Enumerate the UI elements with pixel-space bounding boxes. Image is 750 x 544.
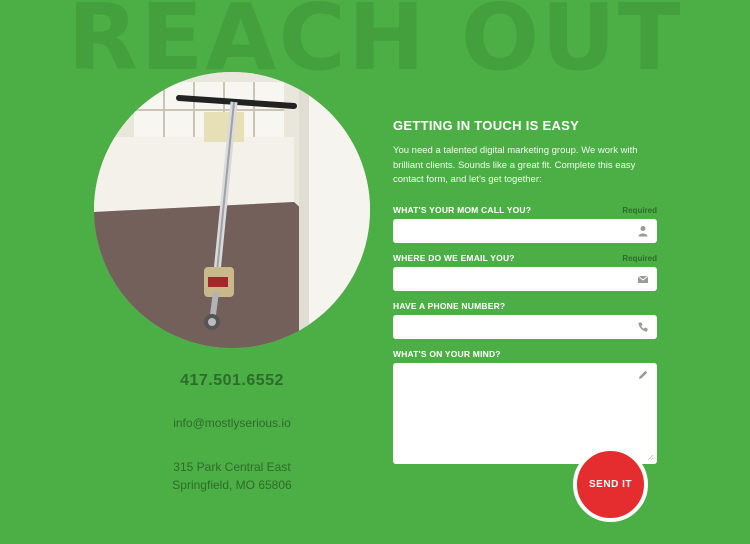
send-button[interactable]: SEND IT xyxy=(573,447,648,522)
contact-form: GETTING IN TOUCH IS EASY You need a tale… xyxy=(393,118,657,474)
contact-email[interactable]: info@mostlyserious.io xyxy=(94,416,370,430)
phone-input[interactable] xyxy=(393,314,657,339)
name-input[interactable] xyxy=(393,218,657,243)
message-label: WHAT'S ON YOUR MIND? xyxy=(393,348,501,359)
scooter-photo-illustration xyxy=(94,72,370,348)
email-required-badge: Required xyxy=(622,253,657,263)
form-heading: GETTING IN TOUCH IS EASY xyxy=(393,118,580,133)
phone-field-group: HAVE A PHONE NUMBER? xyxy=(393,301,657,339)
name-label: WHAT'S YOUR MOM CALL YOU? xyxy=(393,204,532,215)
resize-grip-icon[interactable] xyxy=(647,454,654,461)
envelope-icon xyxy=(637,275,649,283)
name-field-group: WHAT'S YOUR MOM CALL YOU? Required xyxy=(393,205,657,243)
address-line-1: 315 Park Central East xyxy=(173,460,291,474)
pencil-icon xyxy=(639,370,648,379)
email-input[interactable] xyxy=(393,266,657,291)
email-field-group: WHERE DO WE EMAIL YOU? Required xyxy=(393,253,657,291)
user-icon xyxy=(638,225,648,236)
message-field-group: WHAT'S ON YOUR MIND? xyxy=(393,349,657,464)
background-title: REACH OUT xyxy=(67,0,683,91)
phone-label: HAVE A PHONE NUMBER? xyxy=(393,300,506,311)
form-intro: You need a talented digital marketing gr… xyxy=(393,145,638,185)
contact-address: 315 Park Central East Springfield, MO 65… xyxy=(94,458,370,494)
email-label: WHERE DO WE EMAIL YOU? xyxy=(393,252,515,263)
phone-icon xyxy=(638,322,648,332)
contact-phone[interactable]: 417.501.6552 xyxy=(94,372,370,390)
name-required-badge: Required xyxy=(622,205,657,215)
address-line-2: Springfield, MO 65806 xyxy=(172,478,292,492)
scooter-photo xyxy=(94,72,370,348)
